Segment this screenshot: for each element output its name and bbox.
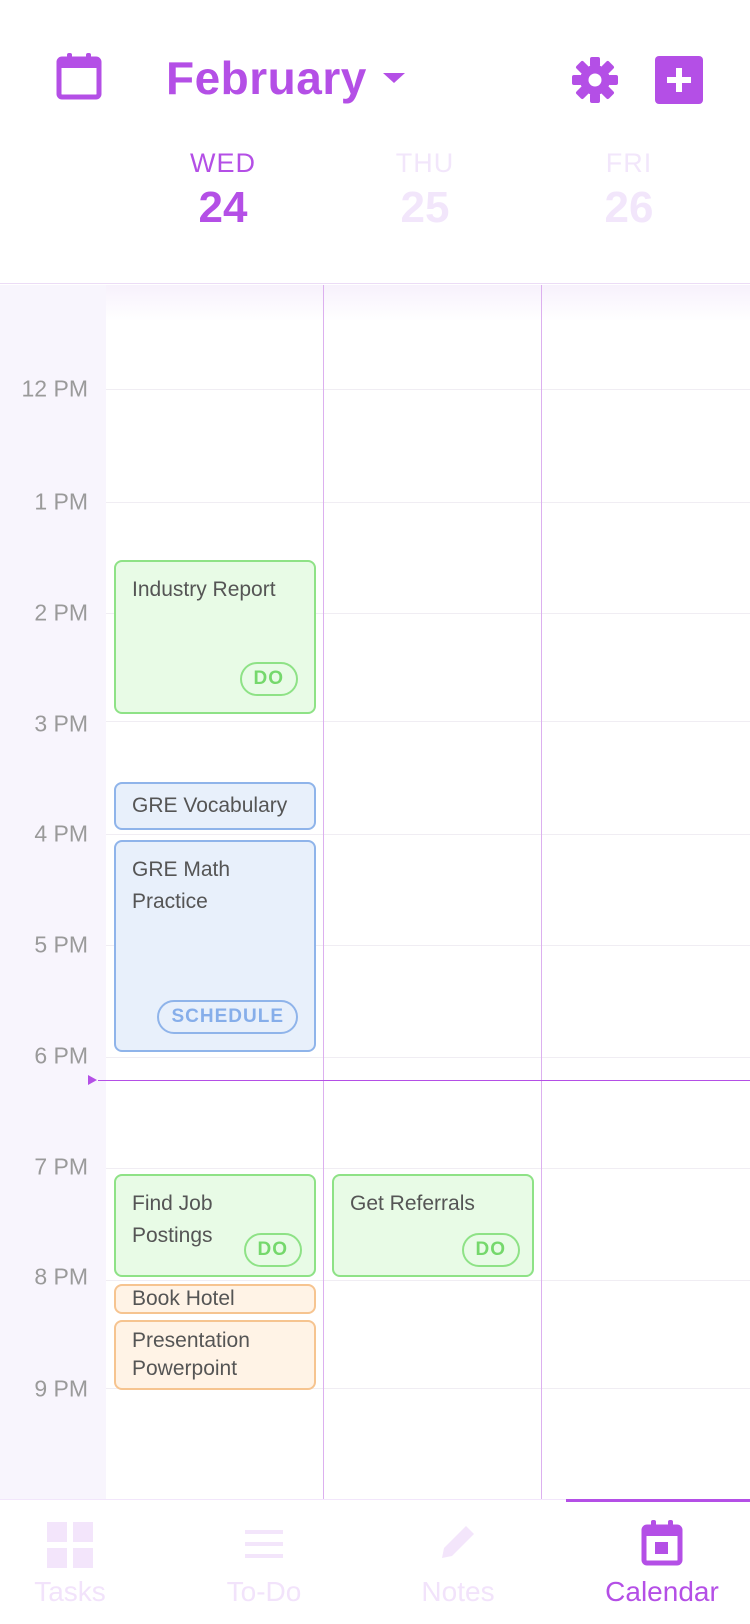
time-label: 5 PM xyxy=(34,931,88,958)
current-time-line xyxy=(98,1080,750,1081)
month-selector[interactable]: February xyxy=(166,48,405,108)
hour-line xyxy=(106,1280,750,1281)
time-label: 8 PM xyxy=(34,1263,88,1290)
time-label: 12 PM xyxy=(21,375,88,402)
list-icon xyxy=(245,1530,283,1563)
tab-label: Notes xyxy=(421,1576,495,1607)
tab-label: Calendar xyxy=(605,1576,719,1607)
day-number: 25 xyxy=(400,183,450,232)
chevron-down-icon xyxy=(382,73,405,83)
tab-label: To-Do xyxy=(226,1576,302,1607)
time-label: 7 PM xyxy=(34,1153,88,1180)
event-gre-vocabulary[interactable]: GRE Vocabulary xyxy=(114,782,316,830)
event-get-referrals[interactable]: Get Referrals DO xyxy=(332,1174,534,1277)
do-badge[interactable]: DO xyxy=(243,1233,302,1267)
do-badge[interactable]: DO xyxy=(461,1233,520,1267)
do-badge[interactable]: DO xyxy=(239,662,298,696)
calendar-header: February WED 24 THU 25 FRI 26 xyxy=(0,0,750,284)
day-of-week: THU xyxy=(395,148,455,178)
time-label: 3 PM xyxy=(34,710,88,737)
calendar-grid[interactable]: 12 PM 1 PM 2 PM 3 PM 4 PM 5 PM 6 PM 7 PM… xyxy=(0,285,750,1499)
time-label: 6 PM xyxy=(34,1042,88,1069)
time-label: 1 PM xyxy=(34,488,88,515)
hour-line xyxy=(106,389,750,390)
event-industry-report[interactable]: Industry Report DO xyxy=(114,560,316,714)
day-number: 24 xyxy=(198,183,248,232)
tab-notes[interactable]: Notes xyxy=(364,1500,552,1624)
calendar-icon xyxy=(641,1520,683,1571)
grid-icon xyxy=(47,1522,93,1573)
hour-line xyxy=(106,721,750,722)
tab-label: Tasks xyxy=(34,1576,106,1607)
month-label: February xyxy=(166,52,367,104)
day-header-thu[interactable]: THU 25 xyxy=(355,148,495,233)
event-title: Presentation Powerpoint xyxy=(132,1329,250,1380)
hour-line xyxy=(106,834,750,835)
day-number: 26 xyxy=(604,183,654,232)
tab-tasks[interactable]: Tasks xyxy=(0,1500,164,1624)
day-of-week: FRI xyxy=(605,148,653,178)
time-label: 2 PM xyxy=(34,599,88,626)
event-title: Get Referrals xyxy=(350,1192,475,1215)
event-book-hotel[interactable]: Book Hotel xyxy=(114,1284,316,1314)
time-label: 9 PM xyxy=(34,1375,88,1402)
column-divider xyxy=(541,285,542,1499)
event-title: Find Job Postings xyxy=(132,1192,213,1247)
hour-line xyxy=(106,1057,750,1058)
time-label: 4 PM xyxy=(34,820,88,847)
grid-shade xyxy=(106,285,750,321)
pencil-icon xyxy=(438,1522,478,1567)
day-of-week: WED xyxy=(190,148,256,178)
tab-todo[interactable]: To-Do xyxy=(170,1500,358,1624)
event-title: GRE Math Practice xyxy=(132,858,231,913)
add-event-button[interactable] xyxy=(655,56,703,104)
event-presentation-powerpoint[interactable]: Presentation Powerpoint xyxy=(114,1320,316,1390)
hour-line xyxy=(106,1168,750,1169)
event-title: Book Hotel xyxy=(132,1287,235,1310)
day-header-fri[interactable]: FRI 26 xyxy=(559,148,699,233)
event-title: Industry Report xyxy=(132,578,276,601)
calendar-icon[interactable] xyxy=(56,52,102,100)
event-title: GRE Vocabulary xyxy=(132,794,288,817)
event-gre-math-practice[interactable]: GRE Math Practice SCHEDULE xyxy=(114,840,316,1052)
current-time-marker xyxy=(88,1075,97,1085)
column-divider xyxy=(323,285,324,1499)
gear-icon[interactable] xyxy=(570,55,620,105)
schedule-badge[interactable]: SCHEDULE xyxy=(157,1000,298,1034)
event-find-job-postings[interactable]: Find Job Postings DO xyxy=(114,1174,316,1277)
bottom-nav: Tasks To-Do Notes Calendar xyxy=(0,1499,750,1624)
hour-line xyxy=(106,502,750,503)
tab-calendar[interactable]: Calendar xyxy=(568,1500,750,1624)
day-header-wed[interactable]: WED 24 xyxy=(153,148,293,233)
time-gutter xyxy=(0,285,106,1499)
